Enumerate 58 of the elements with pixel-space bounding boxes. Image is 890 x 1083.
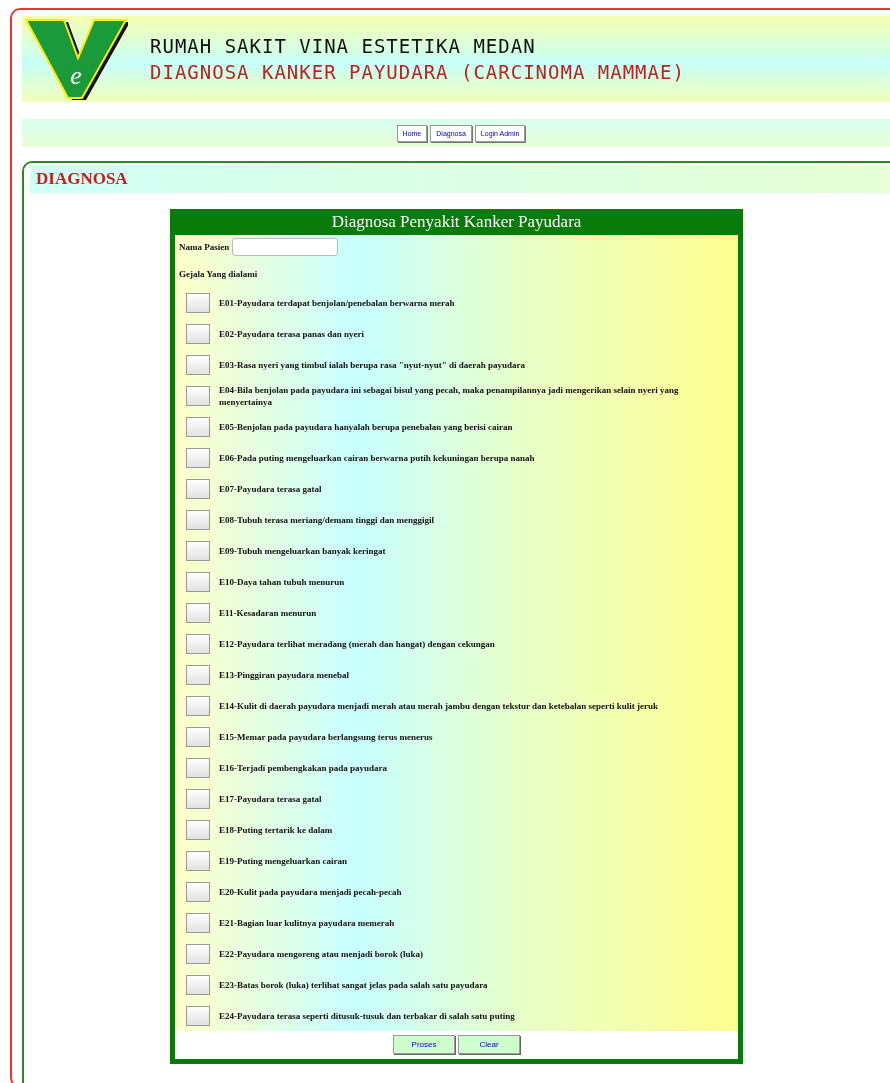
symptom-label: E02-Payudara terasa panas dan nyeri: [219, 327, 364, 340]
symptom-label: E12-Payudara terlihat meradang (merah dan hangat) dengan cekungan: [219, 637, 495, 650]
patient-name-field[interactable]: [232, 238, 339, 256]
symptom-checkbox[interactable]: [186, 478, 210, 499]
symptom-label: E24-Payudara terasa seperti ditusuk-tusuk dan terbakar di salah satu puting: [219, 1009, 515, 1022]
symptom-checkbox[interactable]: [186, 447, 210, 468]
symptom-checkbox[interactable]: [186, 788, 210, 809]
symptom-checkbox[interactable]: [186, 757, 210, 778]
symptom-checkbox[interactable]: [186, 881, 210, 902]
symptom-checkbox[interactable]: [186, 292, 210, 313]
symptom-checkbox[interactable]: [186, 602, 210, 623]
symptom-label: E17-Payudara terasa gatal: [219, 792, 322, 805]
symptom-checkbox[interactable]: [186, 540, 210, 561]
hospital-name: RUMAH SAKIT VINA ESTETIKA MEDAN: [150, 35, 537, 57]
symptom-label: E20-Kulit pada payudara menjadi pecah-pecah: [219, 885, 402, 898]
symptom-checkbox[interactable]: [186, 819, 210, 840]
symptom-checkbox[interactable]: [186, 726, 210, 747]
symptom-checkbox[interactable]: [186, 695, 210, 716]
symptom-checkbox[interactable]: [186, 943, 210, 964]
field-label: Nama Pasien: [179, 242, 230, 252]
symptom-label: E03-Rasa nyeri yang timbul ialah berupa rasa "nyut-nyut" di daerah payudara: [219, 358, 526, 371]
symptom-checkbox[interactable]: [186, 912, 210, 933]
symptom-label: E10-Daya tahan tubuh menurun: [219, 575, 345, 588]
symptom-label: E04-Bila benjolan pada payudara ini sebagai bisul yang pecah, maka penampilannya jadi mengerikan selain nyeri yang menyertainya: [219, 383, 680, 408]
symptom-checkbox[interactable]: [186, 571, 210, 592]
site-subtitle: DIAGNOSA KANKER PAYUDARA (CARCINOMA MAMMAE): [150, 61, 685, 83]
symptom-label: E15-Memar pada payudara berlangsung terus menerus: [219, 730, 433, 743]
symptom-label: E01-Payudara terdapat benjolan/penebalan berwarna merah: [219, 296, 455, 309]
symptom-checkbox[interactable]: [186, 633, 210, 654]
symptom-label: E19-Puting mengeluarkan cairan: [219, 854, 347, 867]
symptom-label: E23-Batas borok (luka) terlihat sangat jelas pada salah satu payudara: [219, 978, 488, 991]
symptom-checkbox[interactable]: [186, 664, 210, 685]
form-title: Diagnosa Penyakit Kanker Payudara: [175, 211, 738, 235]
symptom-label: E13-Pinggiran payudara menebal: [219, 668, 349, 681]
symptom-label: E07-Payudara terasa gatal: [219, 482, 322, 495]
symptom-checkbox[interactable]: [186, 509, 210, 530]
clear-button[interactable]: Clear: [458, 1035, 520, 1054]
symptom-label: E16-Terjadi pembengkakan pada payudara: [219, 761, 387, 774]
symptom-label: E09-Tubuh mengeluarkan banyak keringat: [219, 544, 386, 557]
logo: e: [24, 18, 128, 100]
process-button[interactable]: Proses: [393, 1035, 455, 1054]
symptom-label: E11-Kesadaran menurun: [219, 606, 317, 619]
symptom-label: E06-Pada puting mengeluarkan cairan berwarna putih kekuningan berupa nanah: [219, 451, 535, 464]
symptom-checkbox[interactable]: [186, 354, 210, 375]
symptom-checkbox[interactable]: [186, 323, 210, 344]
symptom-checkbox[interactable]: [186, 850, 210, 871]
symptom-label: E08-Tubuh terasa meriang/demam tinggi dan menggigil: [219, 513, 434, 526]
symptom-label: E05-Benjolan pada payudara hanyalah berupa penebalan yang berisi cairan: [219, 420, 513, 433]
symptom-checkbox[interactable]: [186, 1005, 210, 1026]
symptom-label: E22-Payudara mengoreng atau menjadi borok (luka): [219, 947, 423, 960]
symptom-label: E21-Bagian luar kulitnya payudara memerah: [219, 916, 395, 929]
symptom-label: E14-Kulit di daerah payudara menjadi merah atau merah jambu dengan tekstur dan ketebalan seperti kulit jeruk: [219, 699, 659, 712]
symptoms-label: Gejala Yang dialami: [179, 269, 258, 279]
symptom-checkbox[interactable]: [186, 385, 210, 406]
panel-title: DIAGNOSA: [36, 169, 128, 189]
symptom-label: E18-Puting tertarik ke dalam: [219, 823, 333, 836]
symptom-checkbox[interactable]: [186, 416, 210, 437]
symptom-checkbox[interactable]: [186, 974, 210, 995]
